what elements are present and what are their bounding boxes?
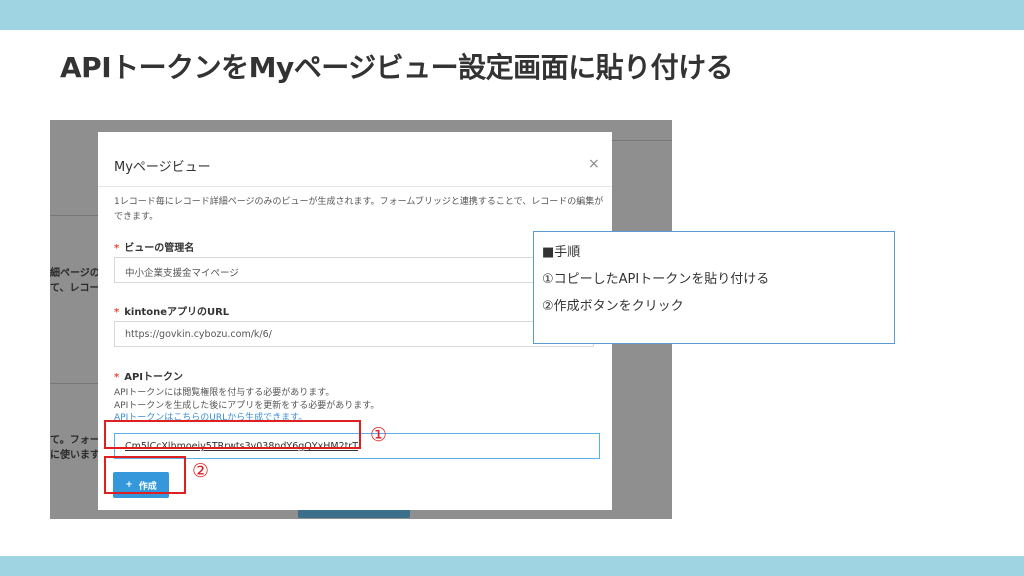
note-step: ②作成ボタンをクリック (542, 299, 684, 314)
note-step: ①コピーしたAPIトークンを貼り付ける (542, 272, 770, 287)
background-divider (612, 140, 672, 141)
background-text: 細ページの (50, 268, 100, 279)
background-text: に使います (50, 450, 100, 461)
required-mark: * (114, 372, 120, 383)
help-line: APIトークンを生成した後にアプリを更新をする必要があります。 (114, 400, 380, 411)
required-mark: * (114, 243, 120, 254)
procedure-note: ■手順 ①コピーしたAPIトークンを貼り付ける ②作成ボタンをクリック (533, 231, 895, 344)
bottom-band (0, 556, 1024, 576)
view-name-input[interactable]: 中小企業支援金マイページ (114, 257, 594, 283)
close-icon[interactable]: × (588, 156, 600, 172)
background-divider (50, 383, 98, 384)
background-divider (50, 215, 98, 216)
help-line: APIトークンには閲覧権限を付与する必要があります。 (114, 388, 335, 398)
modal-description: 1レコード毎にレコード詳細ページのみのビューが生成されます。フォームブリッジと連… (114, 197, 604, 222)
view-name-label: * ビューの管理名 (114, 243, 195, 254)
api-token-help: APIトークンには閲覧権限を付与する必要があります。 APIトークンを生成した後… (114, 387, 379, 425)
app-url-input[interactable]: https://govkin.cybozu.com/k/6/ (114, 321, 594, 347)
highlight-box-create (104, 456, 186, 494)
api-token-label: * APIトークン (114, 372, 184, 383)
note-heading: ■手順 (542, 245, 581, 260)
modal-title: Myページビュー (114, 160, 211, 175)
step-marker-2: ② (192, 460, 210, 482)
highlight-box-token (104, 420, 361, 449)
slide-title: APIトークンをMyページビュー設定画面に貼り付ける (60, 51, 734, 84)
modal-divider (98, 186, 612, 187)
top-band (0, 0, 1024, 30)
step-marker-1: ① (370, 424, 388, 446)
app-url-label: * kintoneアプリのURL (114, 307, 230, 318)
required-mark: * (114, 307, 120, 318)
